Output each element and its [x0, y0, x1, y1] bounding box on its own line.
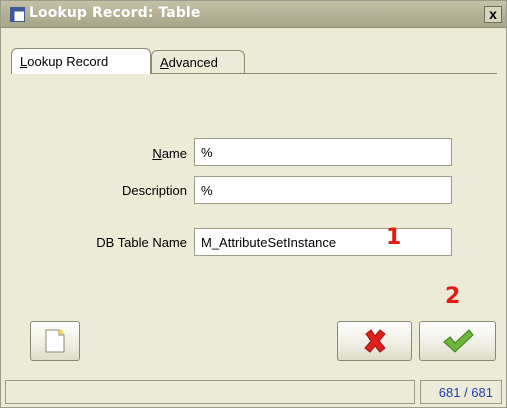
record-count: 681 / 681	[420, 380, 502, 404]
close-icon: x	[489, 6, 497, 22]
tab-lookup-record[interactable]: Lookup Record	[11, 48, 151, 74]
ok-button[interactable]	[419, 321, 496, 361]
name-label-mnemonic: N	[152, 146, 162, 161]
db-table-name-field[interactable]	[194, 228, 452, 256]
window-icon	[10, 7, 25, 22]
close-button[interactable]: x	[484, 6, 502, 23]
cancel-button[interactable]	[337, 321, 412, 361]
db-table-name-label: DB Table Name	[96, 235, 187, 250]
tab-mnemonic: A	[160, 55, 169, 70]
status-bar: 681 / 681	[1, 378, 506, 407]
name-label: Name	[37, 146, 187, 161]
annotation-marker-2: 2	[445, 284, 461, 309]
description-label: Description	[121, 183, 187, 198]
name-field[interactable]	[194, 138, 452, 166]
status-message	[5, 380, 415, 404]
name-label-text: ame	[161, 146, 187, 161]
tab-label: dvanced	[168, 55, 218, 70]
new-record-button[interactable]	[30, 321, 80, 361]
title-bar[interactable]: Lookup Record: Table x	[1, 1, 506, 28]
lookup-record-window: Lookup Record: Table x Lookup Record Adv…	[0, 0, 507, 408]
annotation-marker-1: 1	[386, 225, 402, 250]
description-field[interactable]	[194, 176, 452, 204]
tab-advanced[interactable]: Advanced	[151, 50, 245, 74]
tab-label: ookup Record	[27, 54, 109, 69]
window-title: Lookup Record: Table	[29, 5, 201, 21]
